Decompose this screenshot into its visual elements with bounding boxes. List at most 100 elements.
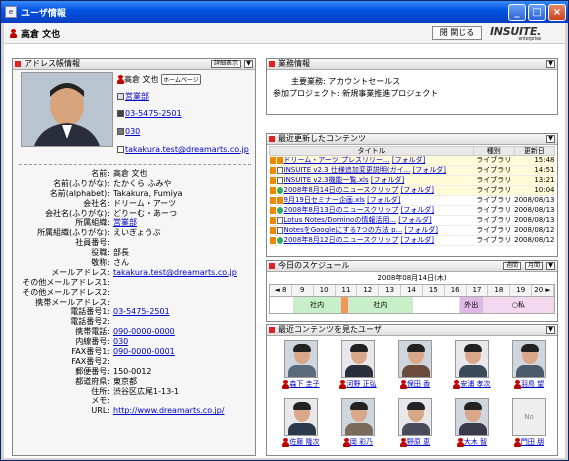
folder-link[interactable]: [フォルダ] (371, 176, 404, 184)
content-title-link[interactable]: 2008年8月14日のニュースクリップ (284, 186, 399, 194)
viewer-name-link[interactable]: 野原 恵 (407, 438, 430, 446)
table-row[interactable]: 2008年8月12日のニュースクリップ [フォルダ] ライブラリ 2008/08/1… (269, 235, 555, 246)
content-title-link[interactable]: 2008年8月13日のニュースクリップ (284, 206, 399, 214)
viewer-name-link[interactable]: 河野 正弘 (346, 380, 376, 388)
panel-menu-icon[interactable]: ▼ (244, 60, 253, 68)
body-shape (345, 365, 373, 377)
table-row[interactable]: 2008年8月14日のニュースクリップ [フォルダ] ライブラリ 10:04 (269, 185, 555, 196)
panel-menu-icon[interactable]: ▼ (546, 135, 555, 143)
viewer-name-link[interactable]: 大木 智 (464, 438, 487, 446)
minimize-button[interactable]: _ (508, 3, 526, 21)
slot[interactable] (270, 297, 295, 313)
month-button[interactable]: 月間 (524, 262, 543, 270)
event-block[interactable]: ○私 (483, 297, 554, 313)
viewer-photo (284, 398, 318, 436)
viewer-name-link[interactable]: 岡 彩乃 (350, 438, 373, 446)
slot[interactable] (341, 297, 350, 313)
folder-link[interactable]: [フォルダ] (367, 196, 400, 204)
event-block[interactable]: 外出 (459, 297, 484, 313)
content-title-link[interactable]: NotesをGoogleにする7つの方法 p... (284, 226, 403, 234)
mail-link[interactable]: takakura.test@dreamarts.co.jp (125, 145, 249, 154)
viewer-name-link[interactable]: 羽鳥 望 (521, 380, 544, 388)
body-shape (516, 365, 544, 377)
field-value: どりーむ・あーつ (113, 208, 177, 218)
panel-menu-icon[interactable]: ▼ (546, 60, 555, 68)
address-field-row: 携帯メールアドレス: (13, 298, 257, 308)
hour-label: 16 (445, 285, 467, 296)
dept-link[interactable]: 営業部 (125, 92, 149, 101)
content-title-link[interactable]: INSUITE v2.3機能一覧.xls (284, 176, 369, 184)
homepage-button[interactable]: ホームページ (161, 74, 201, 85)
close-window-button[interactable]: × (548, 3, 566, 21)
week-button[interactable]: 週間 (502, 262, 521, 270)
viewer-card[interactable]: 羽鳥 望 (501, 338, 557, 394)
folder-link[interactable]: [フォルダ] (401, 206, 434, 214)
viewer-card[interactable]: 森下 圭子 (273, 338, 329, 394)
address-panel-header: アドレス帳情報 詳細表示 ▼ (13, 59, 255, 70)
event-block[interactable]: 社内 (349, 297, 413, 313)
table-row[interactable]: ドリーム・アーツ プレスリリー... [フォルダ] ライブラリ 15:48 (269, 155, 555, 166)
viewer-name-link[interactable]: 佐藤 隆次 (289, 438, 319, 446)
hour-label[interactable]: 20 ► (532, 285, 554, 296)
viewer-card[interactable]: 岡 彩乃 (330, 396, 386, 452)
hour-label: 11 (336, 285, 358, 296)
detail-button[interactable]: 詳細表示 (210, 60, 241, 68)
field-label: FAX番号2: (71, 356, 110, 366)
title-bar[interactable]: e ユーザ情報 _ □ × (1, 1, 568, 23)
field-value[interactable]: http://www.dreamarts.co.jp/ (113, 406, 257, 416)
content-title-link[interactable]: 9月19日セミナー企画.xls (284, 196, 365, 204)
field-value[interactable]: 03-5475-2501 (113, 307, 257, 317)
panel-menu-icon[interactable]: ▼ (546, 326, 555, 334)
divider (19, 164, 251, 165)
folder-link[interactable]: [フォルダ] (413, 166, 446, 174)
field-label: 携帯メールアドレス: (35, 297, 110, 307)
viewer-name-link[interactable]: 保田 香 (407, 380, 430, 388)
col-date[interactable]: 更新日 (513, 146, 556, 156)
lock-icon (269, 166, 276, 174)
folder-link[interactable]: [フォルダ] (398, 216, 431, 224)
tel-link[interactable]: 03-5475-2501 (125, 109, 182, 118)
table-row[interactable]: INSUITE v2.3 仕様追加変更説明(ガイ... [フォルダ] ライブラリ 1… (269, 165, 555, 176)
viewer-card[interactable]: 安浦 孝次 (444, 338, 500, 394)
field-value[interactable]: takakura.test@dreamarts.co.jp (113, 268, 257, 278)
viewer-card[interactable]: 佐藤 隆次 (273, 396, 329, 452)
viewer-name-link[interactable]: 門田 朋 (521, 438, 544, 446)
content-title-link[interactable]: INSUITE v2.3 仕様追加変更説明(ガイ... (284, 166, 411, 174)
viewer-name-link[interactable]: 安浦 孝次 (460, 380, 490, 388)
col-title[interactable]: タイトル (269, 146, 474, 156)
content-title-link[interactable]: ドリーム・アーツ プレスリリー... (284, 156, 390, 164)
folder-link[interactable]: [フォルダ] (405, 226, 438, 234)
viewer-card[interactable]: 野原 恵 (387, 396, 443, 452)
panel-menu-icon[interactable]: ▼ (546, 262, 555, 270)
table-row[interactable]: NotesをGoogleにする7つの方法 p... [フォルダ] ライブラリ 200… (269, 225, 555, 236)
event-block[interactable]: 社内 (294, 297, 342, 313)
table-row[interactable]: Lotus Notes/Dominoの情報活用... [フォルダ] ライブラリ 20… (269, 215, 555, 226)
viewer-card[interactable]: No image 門田 朋 (501, 396, 557, 452)
field-value[interactable]: 030 (113, 337, 257, 347)
table-row[interactable]: 9月19日セミナー企画.xls [フォルダ] ライブラリ 2008/08/13 (269, 195, 555, 206)
content-title-link[interactable]: 2008年8月12日のニュースクリップ (284, 236, 399, 244)
viewer-card[interactable]: 大木 智 (444, 396, 500, 452)
close-button[interactable]: 閉 関じる (432, 26, 482, 40)
lock-icon (269, 216, 276, 224)
field-value[interactable]: 090-0000-0000 (113, 327, 257, 337)
folder-link[interactable]: [フォルダ] (392, 156, 425, 164)
field-label: 所属組織: (75, 218, 110, 228)
slot[interactable] (413, 297, 460, 313)
viewer-card[interactable]: 河野 正弘 (330, 338, 386, 394)
field-value[interactable]: 営業部 (113, 218, 257, 228)
folder-link[interactable]: [フォルダ] (401, 186, 434, 194)
hour-label[interactable]: ◄ 8 (270, 285, 292, 296)
viewer-card[interactable]: 保田 香 (387, 338, 443, 394)
folder-link[interactable]: [フォルダ] (401, 236, 434, 244)
content-title-link[interactable]: Lotus Notes/Dominoの情報活用... (284, 216, 397, 224)
field-value[interactable]: 090-0000-0001 (113, 347, 257, 357)
table-row[interactable]: INSUITE v2.3機能一覧.xls [フォルダ] ライブラリ 13:21 (269, 175, 555, 186)
body-shape (459, 365, 487, 377)
maximize-button[interactable]: □ (528, 3, 546, 21)
table-row[interactable]: 2008年8月13日のニュースクリップ [フォルダ] ライブラリ 2008/08/1… (269, 205, 555, 216)
viewer-name-link[interactable]: 森下 圭子 (289, 380, 319, 388)
col-type[interactable]: 種別 (472, 146, 515, 156)
schedule-slots: 社内 社内 外出 ○私 (269, 296, 555, 314)
ext-link[interactable]: 030 (125, 127, 140, 136)
